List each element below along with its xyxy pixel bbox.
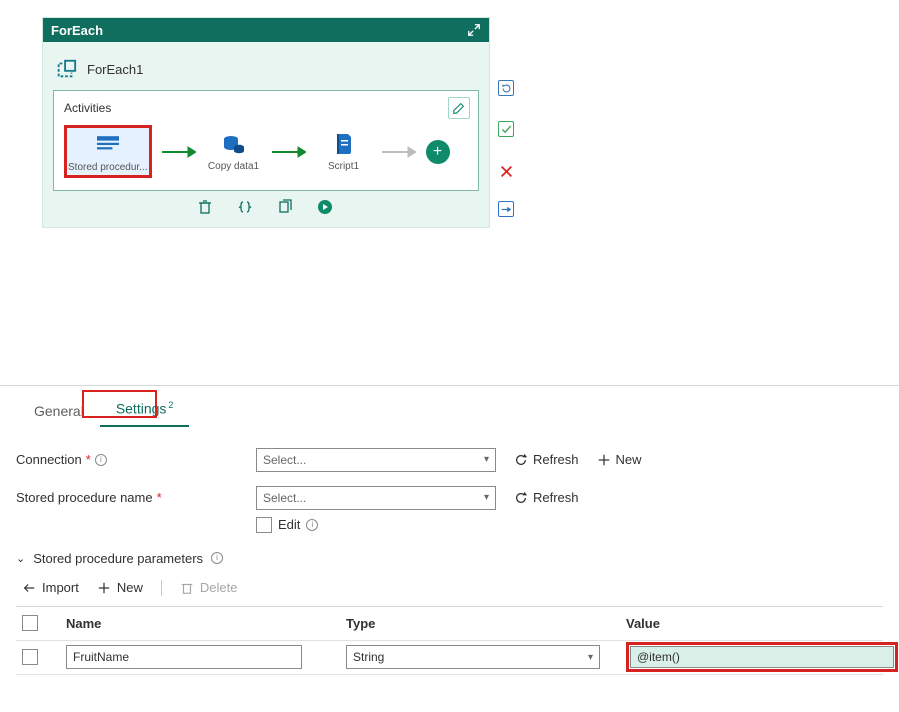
table-row: FruitName String▾ @item() bbox=[16, 641, 883, 675]
success-badge-icon[interactable] bbox=[498, 121, 514, 137]
activity-stored-procedure-label: Stored procedur... bbox=[68, 162, 148, 173]
foreach-name-label: ForEach1 bbox=[87, 62, 143, 77]
param-type-select[interactable]: String▾ bbox=[346, 645, 600, 669]
delete-icon bbox=[180, 581, 194, 595]
refresh-icon bbox=[514, 453, 528, 467]
column-header-type[interactable]: Type bbox=[340, 607, 620, 640]
go-icon[interactable] bbox=[317, 199, 335, 217]
edit-checkbox[interactable] bbox=[256, 517, 272, 533]
info-icon[interactable]: i bbox=[211, 552, 223, 564]
column-header-value[interactable]: Value bbox=[620, 607, 883, 640]
tab-settings-badge: 2 bbox=[166, 400, 173, 410]
chevron-down-icon: ▾ bbox=[484, 454, 489, 465]
chevron-down-icon: ▾ bbox=[588, 652, 593, 663]
new-connection-button[interactable]: New bbox=[597, 452, 642, 467]
new-parameter-button[interactable]: New bbox=[97, 580, 143, 595]
properties-panel: General Settings2 Connection*i Select...… bbox=[0, 385, 899, 675]
activity-copy-data[interactable]: Copy data1 bbox=[206, 131, 262, 172]
edit-activities-button[interactable] bbox=[448, 97, 470, 119]
connection-row: Connection*i Select...▾ Refresh New bbox=[16, 445, 883, 475]
activity-stored-procedure[interactable]: Stored procedur... bbox=[64, 125, 152, 178]
row-checkbox[interactable] bbox=[22, 649, 38, 665]
code-icon[interactable] bbox=[237, 199, 255, 217]
activity-script[interactable]: Script1 bbox=[316, 131, 372, 172]
success-arrow-icon bbox=[272, 146, 306, 158]
import-button[interactable]: Import bbox=[22, 580, 79, 595]
sp-name-row: Stored procedure name* Select...▾ Refres… bbox=[16, 483, 883, 513]
refresh-connection-button[interactable]: Refresh bbox=[514, 452, 579, 467]
activity-copy-data-label: Copy data1 bbox=[208, 161, 259, 172]
plus-icon bbox=[597, 453, 611, 467]
grid-header-row: Name Type Value bbox=[16, 607, 883, 641]
param-value-input[interactable]: @item() bbox=[630, 646, 894, 668]
tabs: General Settings2 bbox=[0, 394, 899, 427]
param-name-input[interactable]: FruitName bbox=[66, 645, 302, 669]
sp-name-select[interactable]: Select...▾ bbox=[256, 486, 496, 510]
success-arrow-icon bbox=[162, 146, 196, 158]
stored-procedure-icon bbox=[93, 132, 123, 158]
sp-name-label: Stored procedure name* bbox=[16, 490, 256, 505]
connection-label: Connection*i bbox=[16, 452, 256, 467]
tab-general[interactable]: General bbox=[18, 397, 100, 427]
toolbar-separator bbox=[161, 580, 162, 596]
next-arrow-icon bbox=[382, 146, 416, 158]
pipeline-row: Stored procedur... Copy data1 bbox=[64, 121, 468, 178]
collapse-icon[interactable] bbox=[467, 23, 481, 37]
skip-badge-icon[interactable] bbox=[498, 201, 514, 217]
failure-badge-icon[interactable] bbox=[498, 163, 514, 179]
import-icon bbox=[22, 581, 36, 595]
tab-settings[interactable]: Settings2 bbox=[100, 394, 190, 427]
foreach-header[interactable]: ForEach bbox=[43, 18, 489, 42]
activities-label: Activities bbox=[64, 99, 468, 121]
parameters-grid: Name Type Value FruitName String▾ @item(… bbox=[16, 606, 883, 675]
foreach-loop-icon bbox=[55, 58, 77, 80]
sp-parameters-section-header[interactable]: ⌄ Stored procedure parameters i bbox=[16, 547, 883, 580]
script-icon bbox=[329, 131, 359, 157]
activity-script-label: Script1 bbox=[328, 161, 359, 172]
info-icon[interactable]: i bbox=[306, 519, 318, 531]
card-toolbar bbox=[53, 191, 479, 227]
chevron-down-icon: ⌄ bbox=[16, 552, 25, 565]
chevron-down-icon: ▾ bbox=[484, 492, 489, 503]
foreach-title-row: ForEach1 bbox=[53, 54, 479, 90]
rerun-badge-icon[interactable] bbox=[498, 80, 514, 96]
delete-icon[interactable] bbox=[197, 199, 215, 217]
plus-icon bbox=[97, 581, 111, 595]
refresh-sp-button[interactable]: Refresh bbox=[514, 490, 579, 505]
activities-container: Activities Stored procedur... bbox=[53, 90, 479, 191]
parameters-toolbar: Import New Delete bbox=[16, 580, 883, 606]
add-activity-button[interactable]: + bbox=[426, 140, 450, 164]
param-value-highlight: @item() bbox=[626, 642, 898, 672]
edit-checkbox-row: Edit i bbox=[16, 517, 883, 533]
refresh-icon bbox=[514, 491, 528, 505]
delete-parameter-button[interactable]: Delete bbox=[180, 580, 238, 595]
foreach-header-title: ForEach bbox=[51, 23, 103, 38]
select-all-checkbox[interactable] bbox=[22, 615, 38, 631]
column-header-name[interactable]: Name bbox=[60, 607, 340, 640]
foreach-card: ForEach ForEach1 Activities Stor bbox=[42, 17, 490, 228]
clone-icon[interactable] bbox=[277, 199, 295, 217]
connection-select[interactable]: Select...▾ bbox=[256, 448, 496, 472]
edit-label: Edit bbox=[278, 517, 300, 532]
info-icon[interactable]: i bbox=[95, 454, 107, 466]
copy-data-icon bbox=[219, 131, 249, 157]
